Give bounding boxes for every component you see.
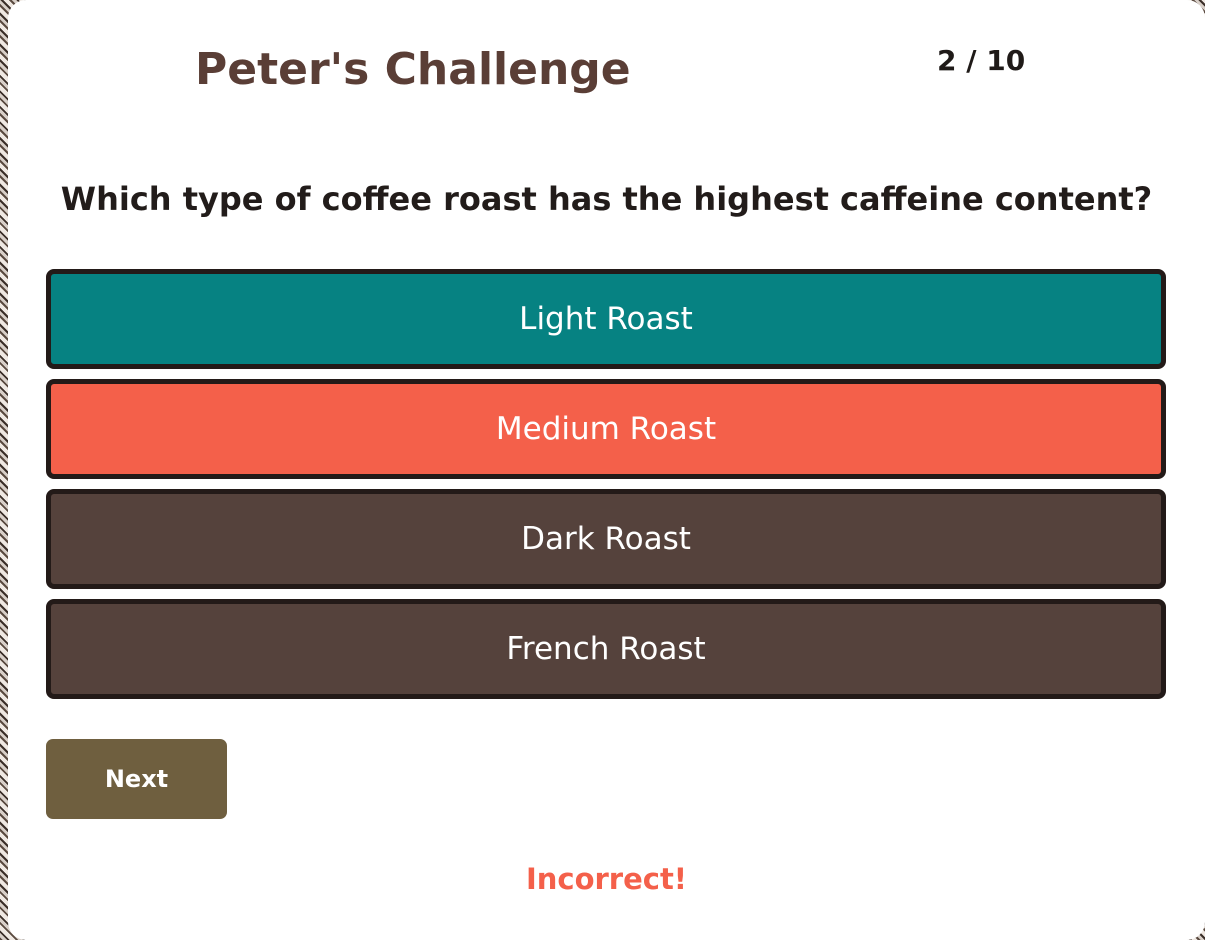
- feedback-message: Incorrect!: [525, 862, 688, 896]
- answer-option[interactable]: French Roast: [46, 599, 1166, 699]
- answer-list: Light Roast Medium Roast Dark Roast Fren…: [46, 269, 1166, 709]
- question-text: Which type of coffee roast has the highe…: [60, 180, 1153, 218]
- next-button[interactable]: Next: [46, 739, 227, 819]
- quiz-card: Peter's Challenge 2 / 10 Which type of c…: [8, 0, 1205, 940]
- answer-option[interactable]: Dark Roast: [46, 489, 1166, 589]
- quiz-title: Peter's Challenge: [195, 44, 631, 95]
- answer-option[interactable]: Medium Roast: [46, 379, 1166, 479]
- answer-option[interactable]: Light Roast: [46, 269, 1166, 369]
- question-counter: 2 / 10: [937, 44, 1026, 77]
